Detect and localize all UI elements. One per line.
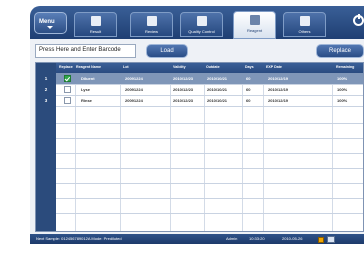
tab-quality-control[interactable]: Quality Control — [180, 12, 223, 37]
menu-label: Menu — [39, 19, 55, 25]
date-text: 2010-05-26 — [282, 236, 303, 241]
top-navigation-bar: Menu Result Review Quality Control Reage… — [30, 6, 364, 39]
exp-date: 2010/12/19 — [268, 87, 289, 92]
others-icon — [300, 16, 310, 26]
row-divider — [56, 168, 363, 169]
user-text: Admin — [226, 236, 238, 241]
table-header: Replace Reagent Name Lot Validity Outdat… — [56, 63, 363, 73]
next-sample-text: Next Sample: 012456789012A Mode: Predilu… — [36, 236, 122, 241]
load-button[interactable]: Load — [146, 44, 188, 58]
lot: 20091224 — [125, 76, 143, 81]
tab-reagent[interactable]: Reagent — [233, 11, 276, 39]
tab-result[interactable]: Result — [74, 12, 117, 37]
reagent-icon — [250, 15, 260, 25]
row-number: 1 — [44, 76, 48, 81]
reagent-name: Diluent — [81, 76, 95, 81]
column-header: Replace — [59, 65, 73, 69]
column-header: Reagent Name — [76, 65, 101, 69]
replace-button[interactable]: Replace — [316, 44, 364, 58]
remaining: 100% — [337, 87, 348, 92]
row-divider — [56, 213, 363, 214]
days: 60 — [246, 98, 251, 103]
table-row[interactable]: 2 Lyse 20091224 2010/12/23 2010/10/21 60… — [36, 84, 363, 95]
lot: 20091224 — [125, 87, 143, 92]
validity: 2010/12/23 — [173, 76, 194, 81]
replace-checkbox[interactable] — [64, 86, 71, 93]
quality-control-icon — [197, 16, 207, 26]
reagent-toolbar: Press Here and Enter Barcode Load Replac… — [30, 41, 364, 61]
column-header: Validity — [173, 65, 186, 69]
table-row[interactable]: 3 Rinse 20091224 2010/12/23 2010/10/21 6… — [36, 95, 363, 106]
power-icon[interactable] — [353, 14, 364, 26]
reagent-name: Rinse — [81, 98, 92, 103]
tab-label: Others — [298, 29, 311, 34]
row-divider — [56, 183, 363, 184]
printer-icon[interactable] — [327, 236, 335, 243]
reagent-table: Replace Reagent Name Lot Validity Outdat… — [35, 62, 364, 232]
row-divider — [56, 153, 363, 154]
lot: 20091224 — [125, 98, 143, 103]
row-divider — [56, 123, 363, 124]
tab-label: Reagent — [246, 28, 263, 33]
days: 60 — [246, 76, 251, 81]
outdate: 2010/10/21 — [207, 98, 228, 103]
tab-label: Quality Control — [188, 29, 215, 34]
exp-date: 2010/12/19 — [268, 76, 289, 81]
days: 60 — [246, 87, 251, 92]
replace-checkbox[interactable] — [64, 75, 71, 82]
row-divider — [56, 138, 363, 139]
column-header: Lot — [123, 65, 129, 69]
warning-icon[interactable] — [318, 237, 324, 243]
review-icon — [147, 16, 157, 26]
outdate: 2010/10/21 — [207, 76, 228, 81]
status-bar: Next Sample: 012456789012A Mode: Predilu… — [30, 234, 364, 244]
replace-checkbox[interactable] — [64, 97, 71, 104]
exp-date: 2010/12/19 — [268, 98, 289, 103]
table-row[interactable]: 1 Diluent 20091224 2010/12/23 2010/10/21… — [36, 73, 363, 84]
row-number: 2 — [44, 87, 48, 92]
menu-button[interactable]: Menu — [34, 12, 67, 34]
column-header: Outdate — [206, 65, 220, 69]
row-number: 3 — [44, 98, 48, 103]
row-divider — [56, 106, 363, 107]
remaining: 100% — [337, 98, 348, 103]
tab-label: Review — [144, 29, 159, 34]
column-header: Remaining — [336, 65, 355, 69]
reagent-name: Lyse — [81, 87, 90, 92]
column-header: EXP Date — [266, 65, 282, 69]
result-icon — [91, 16, 101, 26]
validity: 2010/12/23 — [173, 98, 194, 103]
validity: 2010/12/23 — [173, 87, 194, 92]
remaining: 100% — [337, 76, 348, 81]
chevron-down-icon — [47, 26, 53, 29]
row-divider — [56, 198, 363, 199]
column-header: Days — [245, 65, 254, 69]
time-text: 10:33:20 — [249, 236, 265, 241]
barcode-input[interactable]: Press Here and Enter Barcode — [35, 44, 136, 58]
app-screen: Menu Result Review Quality Control Reage… — [30, 6, 364, 234]
tab-review[interactable]: Review — [130, 12, 173, 37]
tab-others[interactable]: Others — [283, 12, 326, 37]
outdate: 2010/10/21 — [207, 87, 228, 92]
tab-label: Result — [89, 29, 102, 34]
